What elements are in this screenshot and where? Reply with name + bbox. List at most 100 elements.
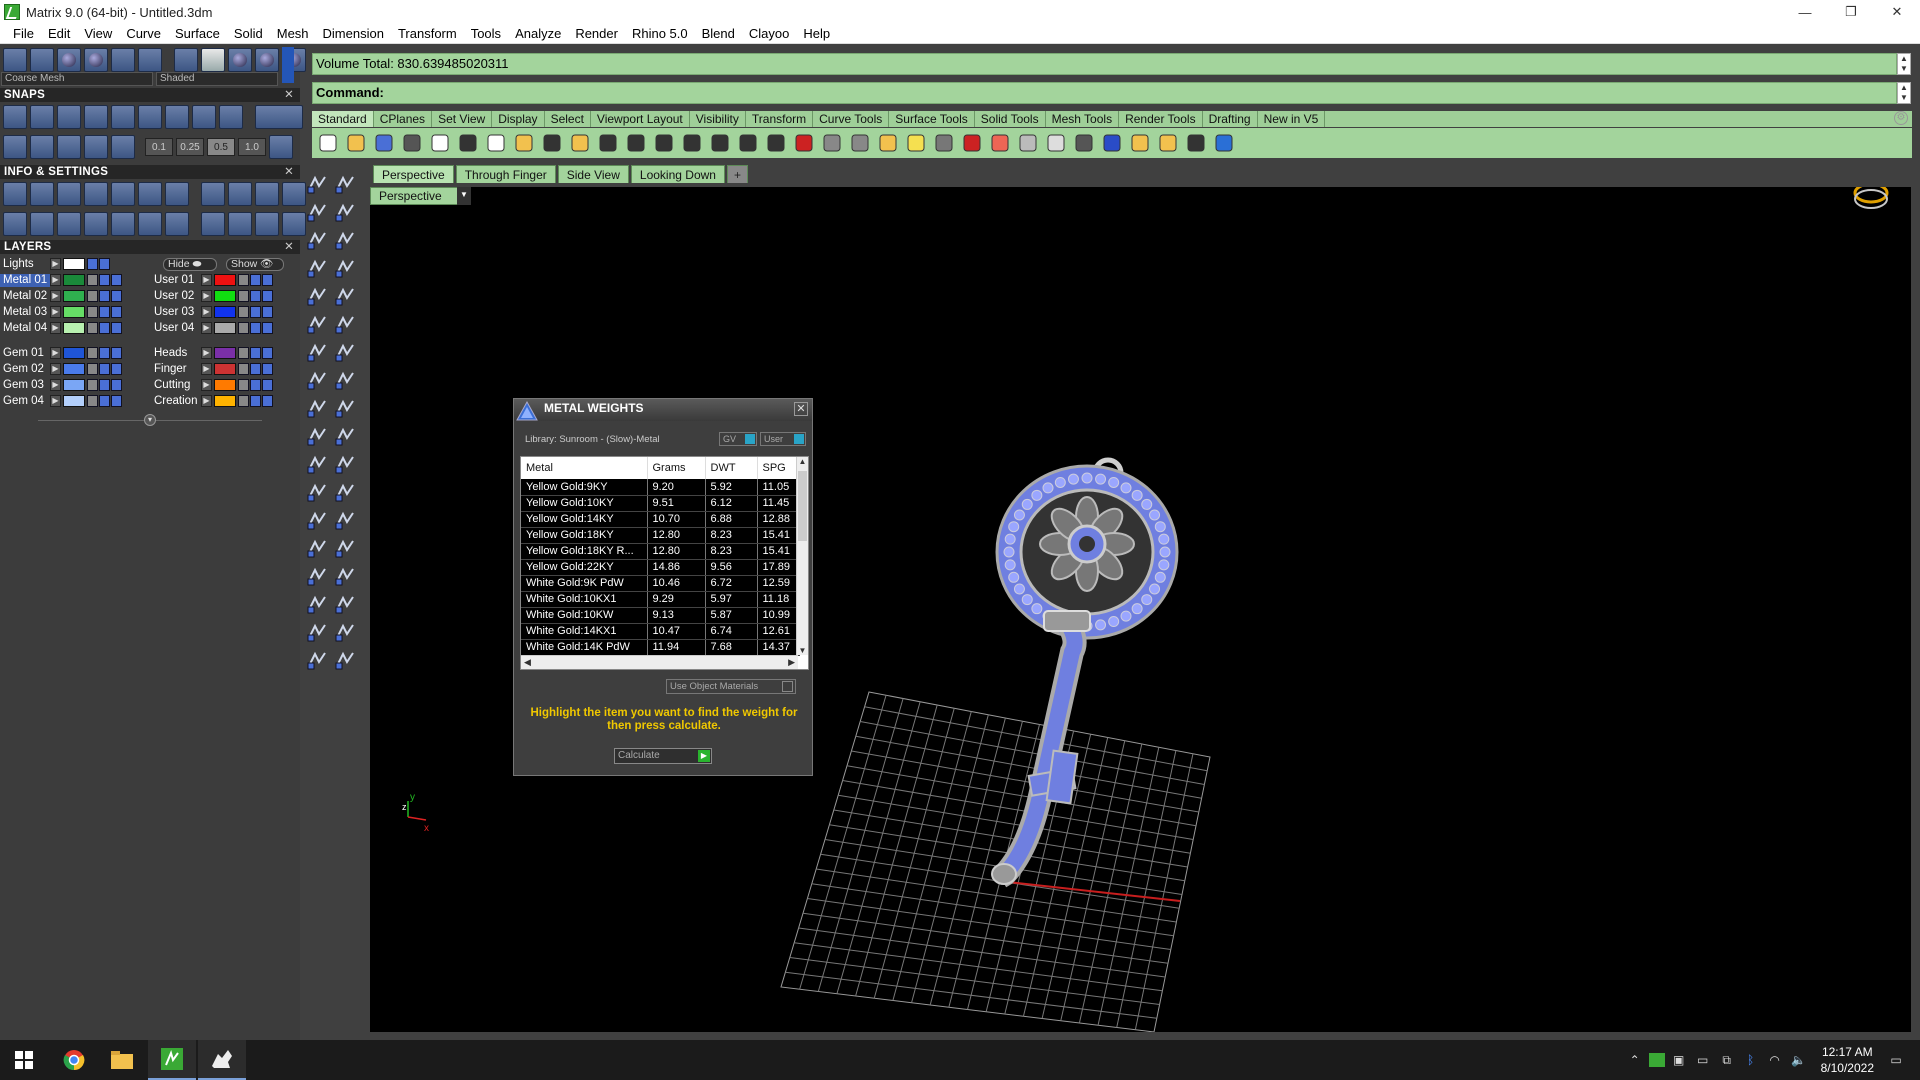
dimension-tool-icon[interactable] <box>333 564 357 588</box>
layer-name-heads[interactable]: Heads <box>151 347 201 360</box>
tool-c-icon[interactable] <box>255 182 279 206</box>
gv-toggle[interactable]: GV <box>719 432 757 446</box>
visibility-icon[interactable] <box>99 395 110 407</box>
arrow-right-icon[interactable]: ▶ <box>201 306 212 318</box>
table-horizontal-scrollbar[interactable]: ◀ ▶ <box>521 655 798 669</box>
info-cube-icon[interactable] <box>84 182 108 206</box>
table-row[interactable]: White Gold:10KW 9.13 5.87 10.99 <box>521 607 800 624</box>
arrow-right-icon[interactable]: ▶ <box>50 379 61 391</box>
snap-grid-toggle-icon[interactable] <box>269 135 293 159</box>
layer-color-swatch[interactable] <box>214 363 236 375</box>
red-car-icon[interactable] <box>792 131 816 155</box>
layer-row[interactable]: Gem 03 ▶ <box>0 378 123 392</box>
tab-set-view[interactable]: Set View <box>432 111 493 127</box>
layer-row[interactable]: Metal 04 ▶ <box>0 321 123 335</box>
snap-near-icon[interactable] <box>30 105 54 129</box>
wifi-icon[interactable]: ◠ <box>1765 1050 1785 1070</box>
snap-planar-icon[interactable] <box>111 135 135 159</box>
lock-icon[interactable] <box>87 322 98 334</box>
snap-value-0-1[interactable]: 0.1 <box>145 138 173 156</box>
viewport-tab-through-finger[interactable]: Through Finger <box>455 165 556 183</box>
arrow-right-icon[interactable]: ▶ <box>50 258 61 270</box>
layer-row[interactable]: User 01 ▶ <box>151 273 274 287</box>
arrow-right-icon[interactable]: ▶ <box>50 306 61 318</box>
command-scroll[interactable]: ▲ ▼ <box>1897 82 1911 104</box>
rhino-taskbar-icon[interactable] <box>198 1040 246 1080</box>
snap-value-0-5[interactable]: 0.5 <box>207 138 235 156</box>
snap-perp-icon[interactable] <box>111 105 135 129</box>
rendered-sphere-icon[interactable] <box>84 48 108 72</box>
matrix-taskbar-icon[interactable] <box>148 1040 196 1080</box>
arrow-right-icon[interactable]: ▶ <box>201 274 212 286</box>
layout-icon[interactable] <box>3 212 27 236</box>
lock-icon[interactable] <box>932 131 956 155</box>
layer-name-finger[interactable]: Finger <box>151 363 201 376</box>
table-row[interactable]: Yellow Gold:18KY R... 12.80 8.23 15.41 <box>521 543 800 560</box>
arrow-right-icon[interactable]: ▶ <box>50 347 61 359</box>
layer-color-swatch[interactable] <box>63 347 85 359</box>
arrow-right-icon[interactable]: ▶ <box>201 290 212 302</box>
snap-point-icon[interactable] <box>57 105 81 129</box>
import-icon[interactable] <box>428 131 452 155</box>
battery-icon[interactable]: ▭ <box>1693 1050 1713 1070</box>
arrow-right-icon[interactable]: ▶ <box>201 395 212 407</box>
column-header-grams[interactable]: Grams <box>647 457 706 479</box>
sphere-silver-icon[interactable] <box>1044 131 1068 155</box>
command-input[interactable]: Command: <box>312 82 1897 104</box>
tool-b-icon[interactable] <box>228 182 252 206</box>
layer-current-icon[interactable] <box>262 274 273 286</box>
layer-current-icon[interactable] <box>111 379 122 391</box>
layer-name-metal-02[interactable]: Metal 02 <box>0 290 50 303</box>
blend-icon[interactable] <box>333 480 357 504</box>
rotate-view-icon[interactable] <box>736 131 760 155</box>
lock-icon[interactable] <box>238 395 249 407</box>
toolbar-settings-gear-icon[interactable]: ⚙ <box>1894 111 1908 125</box>
lock-icon[interactable] <box>238 306 249 318</box>
visibility-icon[interactable] <box>99 379 110 391</box>
table-row[interactable]: White Gold:9K PdW 10.46 6.72 12.59 <box>521 575 800 592</box>
arrow-right-icon[interactable]: ▶ <box>50 322 61 334</box>
dialog-title-bar[interactable]: METAL WEIGHTS <box>514 399 812 421</box>
bluetooth-icon[interactable]: ᛒ <box>1741 1050 1761 1070</box>
menu-clayoo[interactable]: Clayoo <box>742 26 796 41</box>
expand-chevron-icon[interactable]: ▾ <box>144 414 156 426</box>
tab-transform[interactable]: Transform <box>746 111 814 127</box>
tab-mesh-tools[interactable]: Mesh Tools <box>1046 111 1120 127</box>
tab-render-tools[interactable]: Render Tools <box>1119 111 1203 127</box>
layer-current-icon[interactable] <box>262 347 273 359</box>
copy-icon[interactable] <box>484 131 508 155</box>
wire-sphere-icon[interactable] <box>228 48 252 72</box>
user-toggle[interactable]: User <box>760 432 806 446</box>
chevron-up-icon[interactable]: ⌃ <box>1625 1050 1645 1070</box>
layer-color-swatch[interactable] <box>63 395 85 407</box>
split-icon[interactable] <box>333 424 357 448</box>
arrow-right-icon[interactable]: ▶ <box>201 379 212 391</box>
menu-surface[interactable]: Surface <box>168 26 227 41</box>
layer-row[interactable]: Creation ▶ <box>151 394 274 408</box>
snap-value-0-25[interactable]: 0.25 <box>176 138 204 156</box>
gumball-icon[interactable] <box>333 592 357 616</box>
layer-current-icon[interactable] <box>111 363 122 375</box>
snap-vertex-icon[interactable] <box>57 135 81 159</box>
visibility-icon[interactable] <box>250 290 261 302</box>
select-arrow-icon[interactable] <box>305 172 329 196</box>
snap-ortho-icon[interactable] <box>219 105 243 129</box>
offset-icon[interactable] <box>305 480 329 504</box>
layer-name-metal-01[interactable]: Metal 01 <box>0 273 50 287</box>
visibility-icon[interactable] <box>99 290 110 302</box>
tablet-icon[interactable] <box>165 212 189 236</box>
layer-color-swatch[interactable] <box>214 347 236 359</box>
arrow-right-icon[interactable]: ▶ <box>50 290 61 302</box>
layer-name-user-01[interactable]: User 01 <box>151 274 201 287</box>
tray-app-icon[interactable]: ⧉ <box>1717 1050 1737 1070</box>
tab-surface-tools[interactable]: Surface Tools <box>889 111 975 127</box>
ghost-sphere-icon[interactable] <box>255 48 279 72</box>
layer-row[interactable]: Finger ▶ <box>151 362 274 376</box>
pan-hand-icon[interactable] <box>568 131 592 155</box>
tab-cplanes[interactable]: CPlanes <box>374 111 433 127</box>
snap-tan-icon[interactable] <box>3 135 27 159</box>
environment-icon[interactable] <box>111 48 135 72</box>
undo-icon[interactable] <box>540 131 564 155</box>
history-scroll[interactable]: ▲ ▼ <box>1897 53 1911 75</box>
surface-icon[interactable] <box>305 312 329 336</box>
